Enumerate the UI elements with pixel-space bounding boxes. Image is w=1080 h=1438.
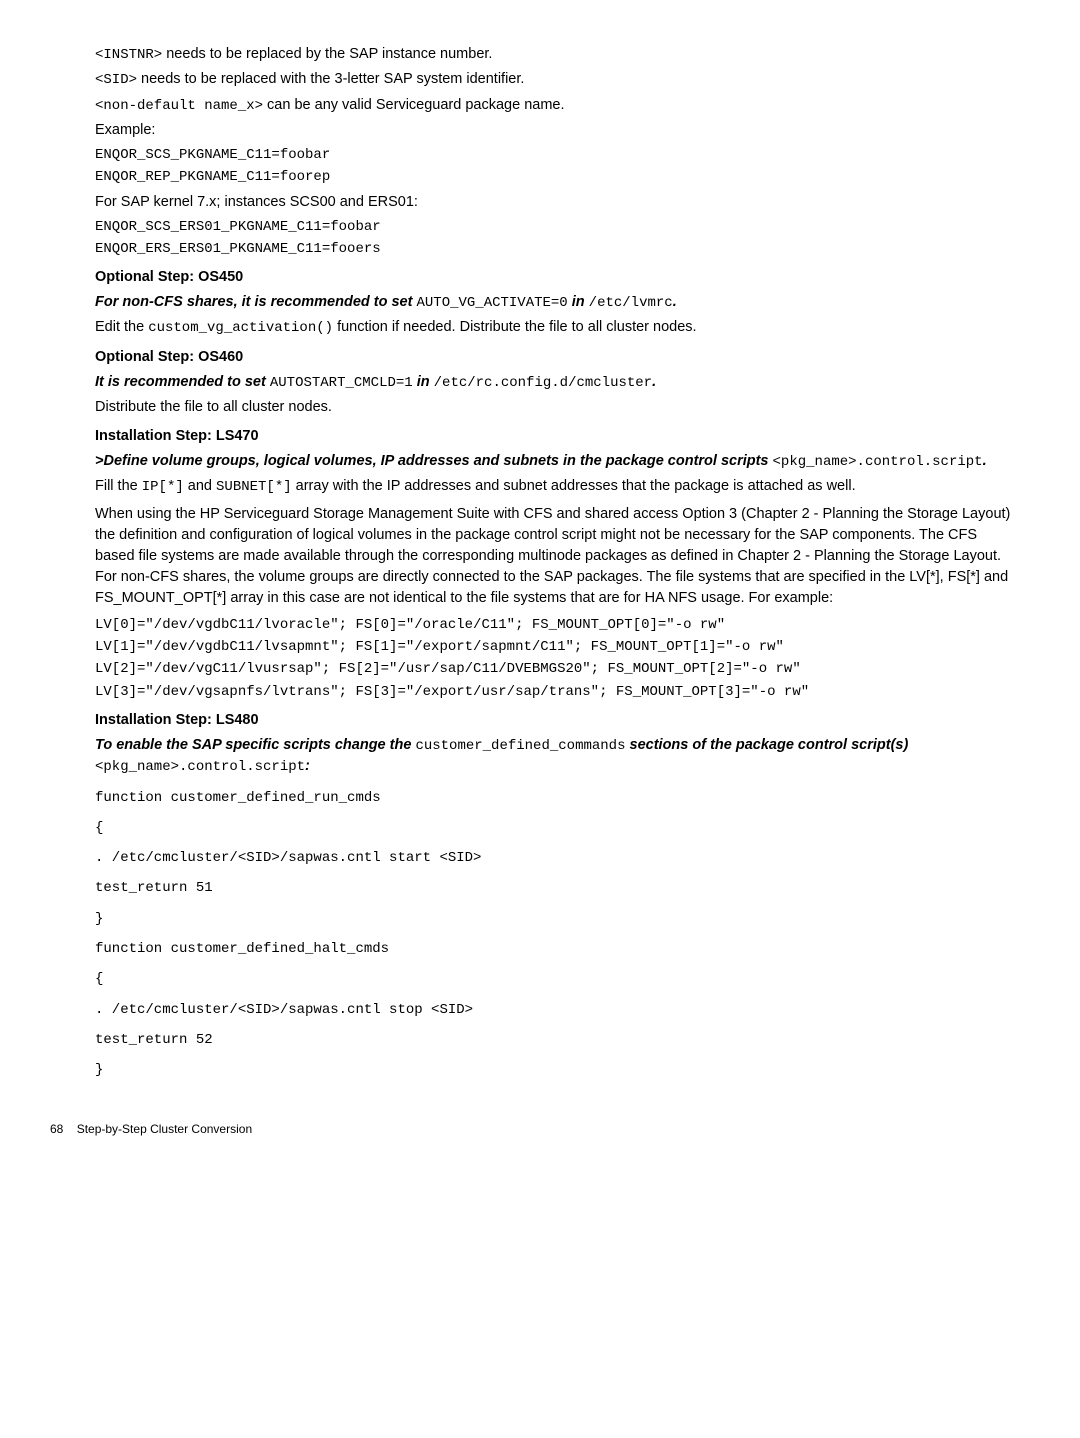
code: SUBNET[*]	[216, 479, 292, 495]
para-example: Example:	[95, 120, 1020, 141]
page-footer: 68 Step-by-Step Cluster Conversion	[50, 1121, 252, 1138]
code-line: }	[95, 909, 1020, 929]
code-line: {	[95, 818, 1020, 838]
para-ls480-desc: To enable the SAP specific scripts chang…	[95, 735, 1020, 778]
example-block-2: ENQOR_SCS_ERS01_PKGNAME_C11=foobar ENQOR…	[95, 217, 1020, 260]
footer-title: Step-by-Step Cluster Conversion	[77, 1122, 252, 1136]
code-line: LV[2]="/dev/vgC11/lvusrsap"; FS[2]="/usr…	[95, 659, 1020, 679]
example-block-1: ENQOR_SCS_PKGNAME_C11=foobar ENQOR_REP_P…	[95, 145, 1020, 188]
text: and	[184, 478, 216, 494]
heading-os460: Optional Step: OS460	[95, 347, 1020, 368]
text-bold: For non-CFS shares, it is recommended to…	[95, 294, 416, 310]
code: customer_defined_commands	[415, 738, 625, 754]
code: IP[*]	[142, 479, 184, 495]
code-line: test_return 51	[95, 878, 1020, 898]
para-os460-desc: It is recommended to set AUTOSTART_CMCLD…	[95, 372, 1020, 393]
para-kernel: For SAP kernel 7.x; instances SCS00 and …	[95, 192, 1020, 213]
para-os460-distribute: Distribute the file to all cluster nodes…	[95, 397, 1020, 418]
code-line: ENQOR_REP_PKGNAME_C11=foorep	[95, 167, 1020, 187]
text: array with the IP addresses and subnet a…	[292, 478, 856, 494]
para-ls470-fill: Fill the IP[*] and SUBNET[*] array with …	[95, 476, 1020, 497]
code-line: ENQOR_ERS_ERS01_PKGNAME_C11=fooers	[95, 239, 1020, 259]
text-bold: To enable the SAP specific scripts chang…	[95, 737, 415, 753]
text: needs to be replaced with the 3-letter S…	[137, 71, 524, 87]
code-line: LV[3]="/dev/vgsapnfs/lvtrans"; FS[3]="/e…	[95, 682, 1020, 702]
page-number: 68	[50, 1122, 63, 1136]
text-bold: sections of the package control script(s…	[625, 737, 908, 753]
para-os450-edit: Edit the custom_vg_activation() function…	[95, 317, 1020, 338]
script-block: function customer_defined_run_cmds { . /…	[95, 788, 1020, 1081]
heading-ls470: Installation Step: LS470	[95, 426, 1020, 447]
code-line: ENQOR_SCS_ERS01_PKGNAME_C11=foobar	[95, 217, 1020, 237]
para-sid: <SID> needs to be replaced with the 3-le…	[95, 69, 1020, 90]
code: custom_vg_activation()	[148, 320, 333, 336]
text-bold: :	[305, 758, 310, 774]
code: <pkg_name>.control.script	[95, 759, 305, 775]
text: Fill the	[95, 478, 142, 494]
text-bold: It is recommended to set	[95, 374, 270, 390]
text-bold: .	[983, 453, 987, 469]
code-line: LV[1]="/dev/vgdbC11/lvsapmnt"; FS[1]="/e…	[95, 637, 1020, 657]
text-bold: in	[413, 374, 434, 390]
lv-block: LV[0]="/dev/vgdbC11/lvoracle"; FS[0]="/o…	[95, 615, 1020, 702]
code-line: LV[0]="/dev/vgdbC11/lvoracle"; FS[0]="/o…	[95, 615, 1020, 635]
para-ls470-define: >Define volume groups, logical volumes, …	[95, 451, 1020, 472]
text: Edit the	[95, 319, 148, 335]
code-nondefault: <non-default name_x>	[95, 98, 263, 114]
text: can be any valid Serviceguard package na…	[263, 97, 564, 113]
text: needs to be replaced by the SAP instance…	[162, 46, 492, 62]
code-line: }	[95, 1060, 1020, 1080]
text-bold: .	[652, 374, 656, 390]
code: <pkg_name>.control.script	[773, 454, 983, 470]
code-line: {	[95, 969, 1020, 989]
heading-ls480: Installation Step: LS480	[95, 710, 1020, 731]
para-nondefault: <non-default name_x> can be any valid Se…	[95, 95, 1020, 116]
para-instnr: <INSTNR> needs to be replaced by the SAP…	[95, 44, 1020, 65]
code-line: ENQOR_SCS_PKGNAME_C11=foobar	[95, 145, 1020, 165]
code: /etc/rc.config.d/cmcluster	[434, 375, 652, 391]
para-ls470-longdesc: When using the HP Serviceguard Storage M…	[95, 504, 1020, 609]
code-line: . /etc/cmcluster/<SID>/sapwas.cntl stop …	[95, 1000, 1020, 1020]
heading-os450: Optional Step: OS450	[95, 267, 1020, 288]
para-os450-desc: For non-CFS shares, it is recommended to…	[95, 292, 1020, 313]
code-line: test_return 52	[95, 1030, 1020, 1050]
text-bold: in	[568, 294, 589, 310]
code: /etc/lvmrc	[589, 295, 673, 311]
code-line: function customer_defined_run_cmds	[95, 788, 1020, 808]
code-instnr: <INSTNR>	[95, 47, 162, 63]
text-bold: .	[673, 294, 677, 310]
code-line: . /etc/cmcluster/<SID>/sapwas.cntl start…	[95, 848, 1020, 868]
code: AUTO_VG_ACTIVATE=0	[416, 295, 567, 311]
text-bold: >Define volume groups, logical volumes, …	[95, 453, 773, 469]
code: AUTOSTART_CMCLD=1	[270, 375, 413, 391]
code-sid: <SID>	[95, 72, 137, 88]
text: function if needed. Distribute the file …	[333, 319, 697, 335]
code-line: function customer_defined_halt_cmds	[95, 939, 1020, 959]
